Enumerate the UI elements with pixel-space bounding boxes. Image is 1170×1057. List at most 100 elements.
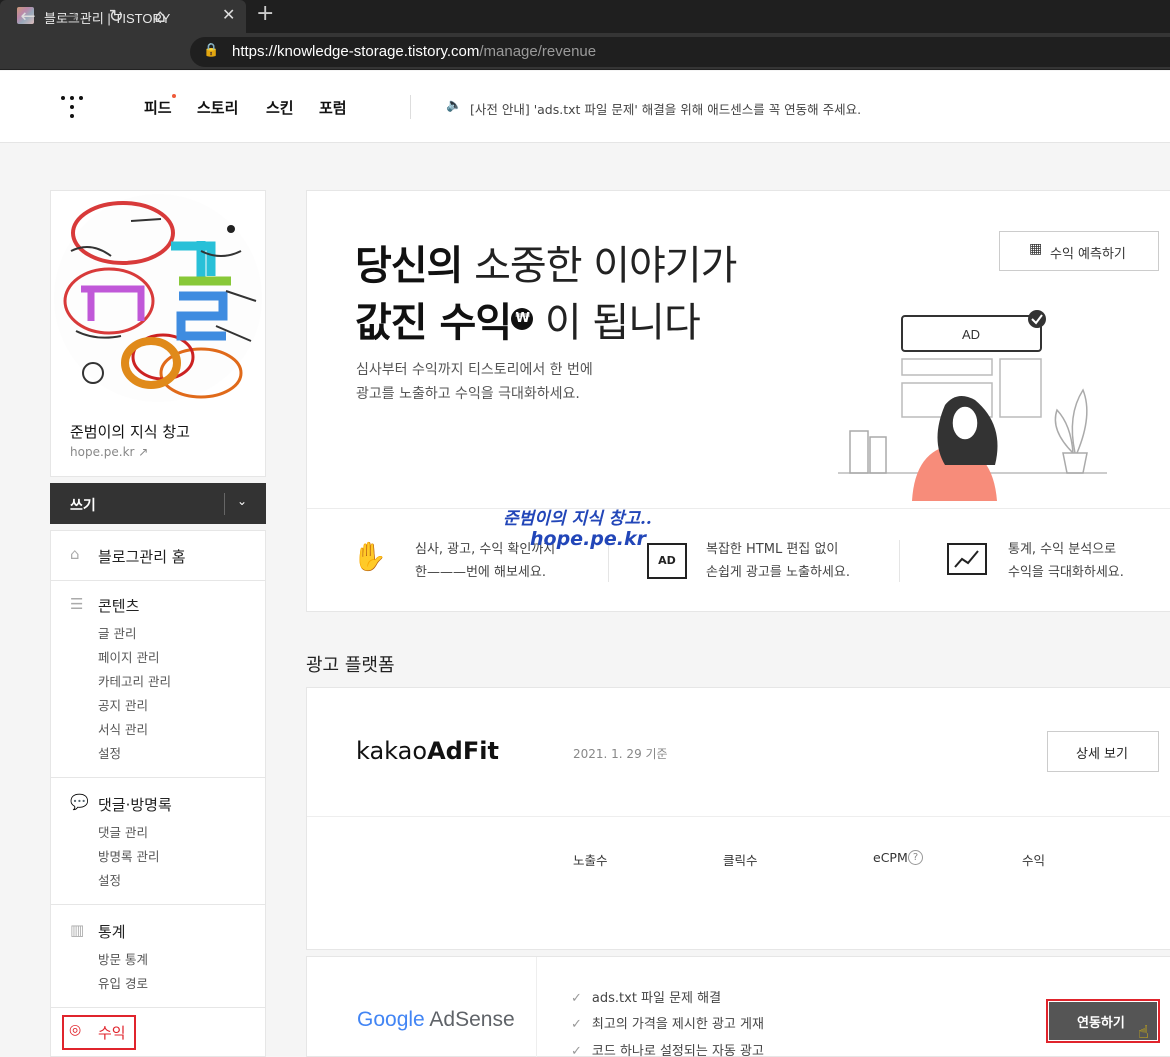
adsense-check-1-text: ads.txt 파일 문제 해결 <box>591 991 722 1006</box>
sidebar-item-comment-settings[interactable]: 설정 <box>98 870 121 889</box>
hero-heading-line2: 값진 수익 ₩ 이 됩니다 <box>355 290 701 348</box>
lock-icon[interactable]: 🔒 <box>203 43 219 58</box>
write-divider <box>224 493 225 515</box>
nav-feed[interactable]: 피드 <box>144 97 172 118</box>
chart-monitor-icon <box>947 543 987 575</box>
url-host: https://knowledge-storage.tistory.com <box>232 43 480 60</box>
feature-3-line2: 수익을 극대화하세요. <box>1008 565 1124 580</box>
hand-cursor-icon: ☝ <box>1138 1022 1149 1043</box>
comment-icon: 💬 <box>70 793 89 811</box>
sidebar-item-home[interactable]: 블로그관리 홈 <box>98 546 186 567</box>
nav-divider <box>410 95 411 119</box>
hero-desc-line2: 광고를 노출하고 수익을 극대화하세요. <box>356 386 580 402</box>
adsense-logo-google: Google <box>357 1008 425 1031</box>
hero-line2-bold: 값진 수익 <box>355 300 512 346</box>
new-tab-icon[interactable]: + <box>256 1 274 26</box>
ad-platform-title: 광고 플랫폼 <box>306 655 395 676</box>
back-icon[interactable]: ← <box>15 6 41 27</box>
feature-divider <box>899 540 900 582</box>
col-impressions: 노출수 <box>573 853 608 868</box>
speaker-icon: 🔈 <box>446 98 463 113</box>
nav-forum[interactable]: 포럼 <box>319 97 347 118</box>
detail-view-label[interactable]: 상세 보기 <box>1076 743 1128 762</box>
document-icon: ☰ <box>70 595 84 613</box>
col-clicks: 클릭수 <box>723 853 758 868</box>
write-label[interactable]: 쓰기 <box>70 495 96 515</box>
hero-divider <box>307 508 1170 509</box>
menu-divider <box>51 904 265 905</box>
hero-line1-bold: 당신의 <box>355 243 463 289</box>
hero-line1-light: 소중한 이야기가 <box>462 243 737 289</box>
watermark-blog-url: hope.pe.kr <box>530 528 646 550</box>
hero-heading-line1: 당신의 소중한 이야기가 <box>355 233 737 291</box>
adsense-check-3-text: 코드 하나로 설정되는 자동 광고 <box>591 1044 764 1057</box>
feature-3: 통계, 수익 분석으로수익을 극대화하세요. <box>1008 538 1124 584</box>
predict-revenue-label[interactable]: 수익 예측하기 <box>1050 243 1126 262</box>
nav-story[interactable]: 스토리 <box>197 97 238 118</box>
url-path: /manage/revenue <box>479 43 597 60</box>
sidebar-item-stats[interactable]: 통계 <box>98 921 126 942</box>
coin-icon: ◎ <box>69 1022 82 1038</box>
forward-icon[interactable]: → <box>58 6 84 27</box>
feature-2-line1: 복잡한 HTML 편집 없이 <box>706 542 839 557</box>
google-adsense-logo: Google AdSense <box>357 1008 515 1032</box>
sidebar-item-notices[interactable]: 공지 관리 <box>98 695 148 714</box>
sidebar-item-posts[interactable]: 글 관리 <box>98 623 136 642</box>
kakao-adfit-logo: kakaoAdFit <box>356 737 499 765</box>
sidebar-item-content[interactable]: 콘텐츠 <box>98 595 139 616</box>
sidebar-item-referrers[interactable]: 유입 경로 <box>98 973 148 992</box>
ad-label: AD <box>962 327 980 342</box>
help-icon[interactable]: ? <box>908 850 923 865</box>
col-revenue: 수익 <box>1022 853 1046 868</box>
feature-2: 복잡한 HTML 편집 없이 손쉽게 광고를 노출하세요. <box>706 538 850 584</box>
col-ecpm: eCPM <box>873 850 908 865</box>
menu-divider <box>51 777 265 778</box>
adsense-check-2-text: 최고의 가격을 제시한 광고 게재 <box>591 1017 764 1032</box>
nav-skin[interactable]: 스킨 <box>266 97 294 118</box>
home-icon[interactable]: ⌂ <box>147 6 173 27</box>
sidebar-item-categories[interactable]: 카테고리 관리 <box>98 671 171 690</box>
adsense-check-2: ✓ 최고의 가격을 제시한 광고 게재 <box>571 1013 764 1032</box>
feed-notification-dot <box>172 94 176 98</box>
calculator-icon: ▦ <box>1029 241 1043 257</box>
tab-close-icon[interactable]: ✕ <box>222 5 235 24</box>
hand-coin-icon: ✋ <box>352 540 387 573</box>
won-icon: ₩ <box>511 307 534 330</box>
feature-3-line1: 통계, 수익 분석으로 <box>1008 542 1117 557</box>
write-dropdown-icon[interactable]: ⌄ <box>237 494 247 508</box>
sidebar-item-visit-stats[interactable]: 방문 통계 <box>98 949 148 968</box>
check-icon: ✓ <box>571 1044 582 1057</box>
blog-name[interactable]: 준범이의 지식 창고 <box>70 421 190 442</box>
watermark-blog-name: 준범이의 지식 창고.. <box>503 509 652 529</box>
home-menu-icon: ⌂ <box>70 545 80 563</box>
menu-divider <box>51 580 265 581</box>
adfit-date: 2021. 1. 29 기준 <box>573 747 668 761</box>
tistory-logo-icon[interactable] <box>59 94 85 120</box>
hero-illustration: AD <box>835 305 1115 505</box>
adfit-logo-adfit: AdFit <box>427 737 499 765</box>
sidebar-item-comments[interactable]: 댓글·방명록 <box>98 794 172 815</box>
blog-url-link[interactable]: hope.pe.kr ↗ <box>70 445 148 459</box>
menu-divider <box>51 1007 265 1008</box>
url-text[interactable]: https://knowledge-storage.tistory.com/ma… <box>232 43 596 60</box>
ad-board-icon: AD <box>647 543 687 579</box>
sidebar-item-templates[interactable]: 서식 관리 <box>98 719 148 738</box>
blog-avatar[interactable] <box>51 191 265 405</box>
sidebar-item-pages[interactable]: 페이지 관리 <box>98 647 159 666</box>
sidebar-item-comment-manage[interactable]: 댓글 관리 <box>98 822 148 841</box>
adsense-divider <box>536 957 537 1057</box>
hero-line2-light: 이 됩니다 <box>533 300 701 346</box>
adfit-divider <box>307 816 1170 817</box>
sidebar-item-revenue[interactable]: 수익 <box>98 1022 126 1043</box>
reload-icon[interactable]: ↻ <box>103 6 129 27</box>
hero-desc-line1: 심사부터 수익까지 티스토리에서 한 번에 <box>356 362 593 378</box>
feature-1-line2: 한———번에 해보세요. <box>415 565 546 580</box>
hero-description: 심사부터 수익까지 티스토리에서 한 번에광고를 노출하고 수익을 극대화하세요… <box>356 358 593 406</box>
sidebar-item-content-settings[interactable]: 설정 <box>98 743 121 762</box>
adfit-logo-kakao: kakao <box>356 737 428 765</box>
connect-label[interactable]: 연동하기 <box>1077 1012 1125 1031</box>
check-icon: ✓ <box>571 1017 582 1032</box>
check-icon: ✓ <box>571 991 582 1006</box>
sidebar-item-guestbook-manage[interactable]: 방명록 관리 <box>98 846 159 865</box>
notice-text[interactable]: [사전 안내] 'ads.txt 파일 문제' 해결을 위해 애드센스를 꼭 연… <box>470 99 861 118</box>
